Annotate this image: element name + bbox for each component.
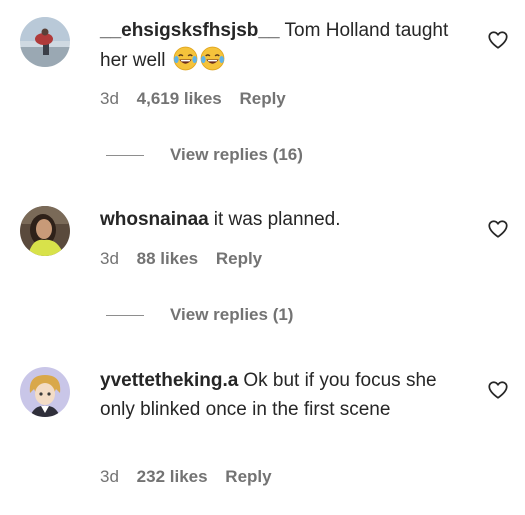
avatar[interactable] [20,17,70,67]
comment-time: 3d [100,249,119,268]
reply-button[interactable]: Reply [239,89,285,108]
face-with-tears-of-joy-icon [200,46,225,70]
comment-likes[interactable]: 88 likes [137,249,198,268]
comment-body: __ehsigsksfhsjsb__ Tom Holland taught her… [100,17,455,75]
replies-divider [106,315,144,317]
avatar[interactable] [20,367,70,417]
comment-text: it was planned. [213,209,341,230]
comment-username[interactable]: yvettetheking.a [100,370,238,391]
heart-outline-icon[interactable] [487,218,509,240]
comment-meta: 3d 88 likes Reply [100,249,275,269]
comment-username[interactable]: __ehsigsksfhsjsb__ [100,20,280,41]
view-replies-label: View replies (16) [170,145,303,164]
comment-body: whosnainaa it was planned. [100,206,455,235]
avatar[interactable] [20,206,70,256]
face-with-tears-of-joy-icon [173,46,198,70]
replies-divider [106,155,144,157]
comment-username[interactable]: whosnainaa [100,209,209,230]
reply-button[interactable]: Reply [216,249,262,268]
view-replies-button[interactable]: View replies (1) [106,305,293,325]
comment-time: 3d [100,467,119,486]
view-replies-label: View replies (1) [170,305,294,324]
heart-outline-icon[interactable] [487,29,509,51]
comment-time: 3d [100,89,119,108]
comment-meta: 3d 4,619 likes Reply [100,89,299,109]
reply-button[interactable]: Reply [225,467,271,486]
comment-meta: 3d 232 likes Reply [100,467,285,487]
heart-outline-icon[interactable] [487,379,509,401]
comment-likes[interactable]: 4,619 likes [137,89,222,108]
view-replies-button[interactable]: View replies (16) [106,145,303,165]
comment-likes[interactable]: 232 likes [137,467,208,486]
comment-body: yvettetheking.a Ok but if you focus she o… [100,367,455,424]
